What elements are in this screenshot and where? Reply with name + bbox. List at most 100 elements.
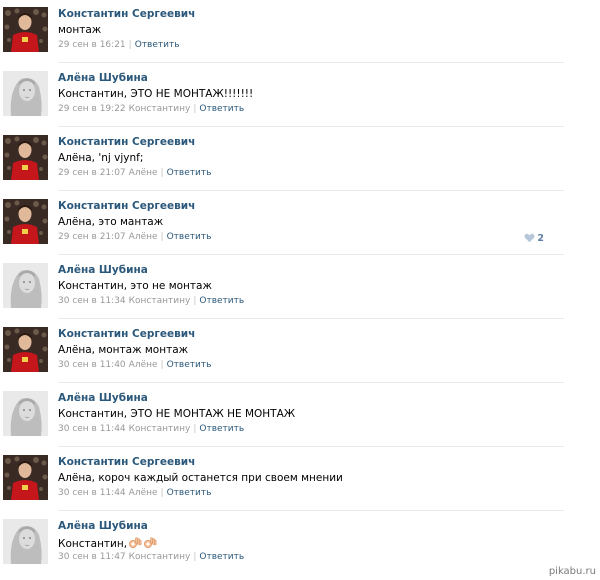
comment-item: Алёна Шубина Константин, ЭТО НЕ МОНТАЖ НЕ… xyxy=(0,384,600,448)
comment-timestamp[interactable]: 30 сен в 11:34 xyxy=(58,296,126,306)
comment-timestamp[interactable]: 30 сен в 11:44 xyxy=(58,424,126,434)
comment-timestamp[interactable]: 30 сен в 11:47 xyxy=(58,552,126,562)
comment-text-content: монтаж xyxy=(58,24,102,36)
avatar-alena[interactable] xyxy=(3,391,48,436)
like-count: 2 xyxy=(537,233,544,244)
avatar-alena[interactable] xyxy=(3,263,48,308)
comment-author-link[interactable]: Алёна Шубина xyxy=(58,520,148,532)
comment-divider xyxy=(58,62,564,63)
comment-meta: 29 сен в 21:07 Алёне | Ответить xyxy=(58,168,211,178)
comment-author-link[interactable]: Константин Сергеевич xyxy=(58,8,195,20)
reply-button[interactable]: Ответить xyxy=(199,552,244,562)
comment-meta: 29 сен в 19:22 Константину | Ответить xyxy=(58,104,244,114)
reply-addressee[interactable]: Алёне xyxy=(129,232,158,242)
comment-divider xyxy=(58,126,564,127)
meta-separator: | xyxy=(193,552,197,562)
reply-button[interactable]: Ответить xyxy=(167,232,212,242)
comment-timestamp[interactable]: 29 сен в 19:22 xyxy=(58,104,126,114)
comment-text: Константин, xyxy=(58,536,157,553)
comment-timestamp[interactable]: 30 сен в 11:44 xyxy=(58,488,126,498)
comment-text: Константин, это не монтаж xyxy=(58,280,212,292)
comment-timestamp[interactable]: 30 сен в 11:40 xyxy=(58,360,126,370)
comment-meta: 30 сен в 11:44 Константину | Ответить xyxy=(58,424,244,434)
reply-addressee[interactable]: Константину xyxy=(129,424,191,434)
comment-item: Алёна Шубина Константин, ЭТО НЕ МОНТАЖ!!!… xyxy=(0,64,600,128)
watermark: pikabu.ru xyxy=(548,566,596,577)
comment-divider xyxy=(58,318,564,319)
avatar-konstantin[interactable] xyxy=(3,455,48,500)
avatar-konstantin[interactable] xyxy=(3,135,48,180)
comment-divider xyxy=(58,510,564,511)
comment-author-link[interactable]: Константин Сергеевич xyxy=(58,456,195,468)
reply-button[interactable]: Ответить xyxy=(199,104,244,114)
meta-separator: | xyxy=(193,104,197,114)
reply-button[interactable]: Ответить xyxy=(199,296,244,306)
reply-button[interactable]: Ответить xyxy=(135,40,180,50)
comment-item: Константин Сергеевич Алёна, это мантаж 29 … xyxy=(0,192,600,256)
meta-separator: | xyxy=(160,232,164,242)
comment-timestamp[interactable]: 29 сен в 21:07 xyxy=(58,232,126,242)
reply-addressee[interactable]: Константину xyxy=(129,104,191,114)
reply-button[interactable]: Ответить xyxy=(199,424,244,434)
reply-addressee[interactable]: Алёне xyxy=(129,488,158,498)
comment-divider xyxy=(58,382,564,383)
avatar-alena[interactable] xyxy=(3,71,48,116)
heart-icon xyxy=(524,233,535,243)
reply-addressee[interactable]: Константину xyxy=(129,296,191,306)
comment-text-content: Алёна, 'nj vjynf; xyxy=(58,152,144,164)
comment-text: Константин, ЭТО НЕ МОНТАЖ!!!!!!! xyxy=(58,88,253,100)
comment-item: Константин Сергеевич Алёна, короч каждый … xyxy=(0,448,600,512)
like-button[interactable]: 2 xyxy=(524,233,544,244)
comment-author-link[interactable]: Константин Сергеевич xyxy=(58,200,195,212)
meta-separator: | xyxy=(193,296,197,306)
comment-text-content: Алёна, короч каждый останется при своем … xyxy=(58,472,343,484)
comment-author-link[interactable]: Константин Сергеевич xyxy=(58,328,195,340)
avatar-konstantin[interactable] xyxy=(3,7,48,52)
comment-text-content: Константин, xyxy=(58,538,128,550)
comment-item: Константин Сергеевич Алёна, монтаж монтаж… xyxy=(0,320,600,384)
reply-button[interactable]: Ответить xyxy=(167,360,212,370)
reply-button[interactable]: Ответить xyxy=(167,488,212,498)
reply-addressee[interactable]: Константину xyxy=(129,552,191,562)
comment-meta: 30 сен в 11:47 Константину | Ответить xyxy=(58,552,244,562)
comment-author-link[interactable]: Константин Сергеевич xyxy=(58,136,195,148)
reply-addressee[interactable]: Алёне xyxy=(129,360,158,370)
avatar-konstantin[interactable] xyxy=(3,199,48,244)
ok-hand-icon xyxy=(143,536,157,553)
comment-text-content: Константин, ЭТО НЕ МОНТАЖ НЕ МОНТАЖ xyxy=(58,408,296,420)
reply-button[interactable]: Ответить xyxy=(167,168,212,178)
comment-divider xyxy=(58,446,564,447)
comment-timestamp[interactable]: 29 сен в 16:21 xyxy=(58,40,126,50)
comment-author-link[interactable]: Алёна Шубина xyxy=(58,392,148,404)
comment-item: Константин Сергеевич монтаж 29 сен в 16:21… xyxy=(0,0,600,64)
meta-separator: | xyxy=(160,360,164,370)
comment-text-content: Константин, ЭТО НЕ МОНТАЖ!!!!!!! xyxy=(58,88,254,100)
comment-meta: 30 сен в 11:34 Константину | Ответить xyxy=(58,296,244,306)
comment-meta: 29 сен в 16:21 | Ответить xyxy=(58,40,180,50)
comment-text-content: Алёна, монтаж монтаж xyxy=(58,344,189,356)
comment-text: Константин, ЭТО НЕ МОНТАЖ НЕ МОНТАЖ xyxy=(58,408,295,420)
comment-timestamp[interactable]: 29 сен в 21:07 xyxy=(58,168,126,178)
meta-separator: | xyxy=(160,168,164,178)
comment-text: Алёна, 'nj vjynf; xyxy=(58,152,143,164)
comment-text: монтаж xyxy=(58,24,101,36)
comment-text-content: Константин, это не монтаж xyxy=(58,280,212,292)
meta-separator: | xyxy=(128,40,132,50)
meta-separator: | xyxy=(193,424,197,434)
comment-text: Алёна, монтаж монтаж xyxy=(58,344,188,356)
comment-author-link[interactable]: Алёна Шубина xyxy=(58,264,148,276)
comment-meta: 30 сен в 11:40 Алёне | Ответить xyxy=(58,360,211,370)
meta-separator: | xyxy=(160,488,164,498)
comment-divider xyxy=(58,254,564,255)
ok-hand-icon xyxy=(128,536,142,553)
comment-text: Алёна, это мантаж xyxy=(58,216,163,228)
comment-text: Алёна, короч каждый останется при своем … xyxy=(58,472,343,484)
comment-divider xyxy=(58,190,564,191)
comment-item: Алёна Шубина Константин, это не монтаж 30 … xyxy=(0,256,600,320)
avatar-alena[interactable] xyxy=(3,519,48,564)
reply-addressee[interactable]: Алёне xyxy=(129,168,158,178)
avatar-konstantin[interactable] xyxy=(3,327,48,372)
comment-item: Алёна Шубина Константин, 30 сен в 11:47 Кон… xyxy=(0,512,600,576)
comment-text-content: Алёна, это мантаж xyxy=(58,216,164,228)
comment-author-link[interactable]: Алёна Шубина xyxy=(58,72,148,84)
